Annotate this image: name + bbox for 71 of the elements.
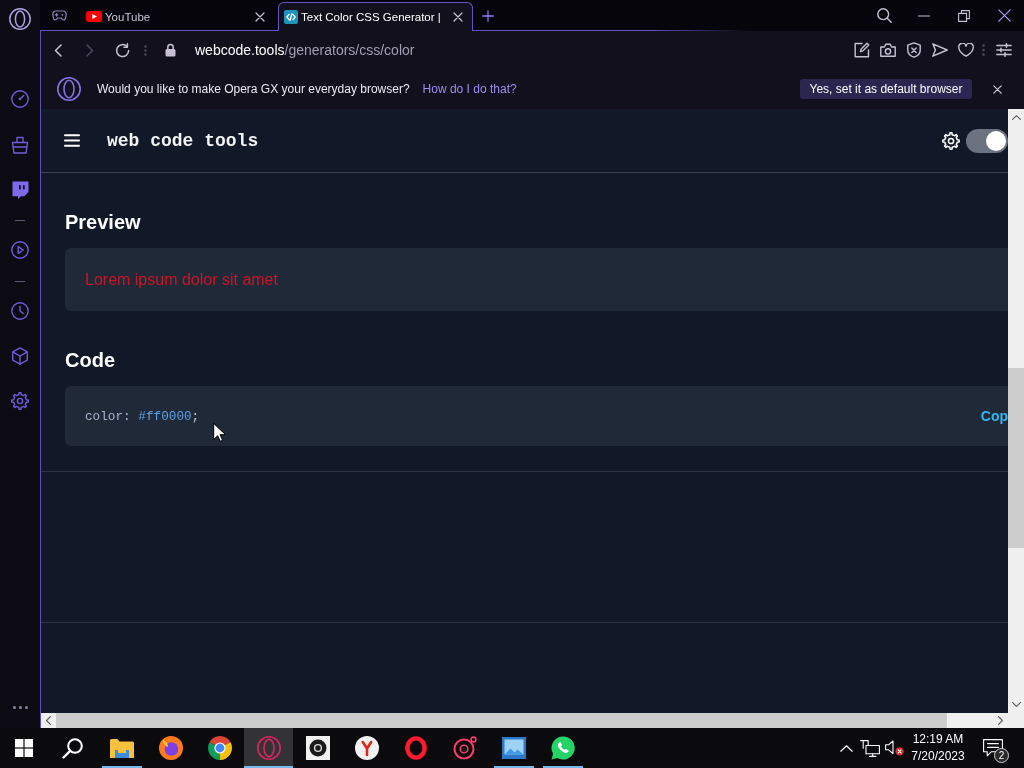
back-icon[interactable] <box>54 43 62 57</box>
folder-icon <box>109 738 134 758</box>
help-link[interactable]: How do I do that? <box>422 82 517 96</box>
heart-icon[interactable] <box>958 43 974 57</box>
close-icon[interactable] <box>992 84 1002 94</box>
search-icon[interactable] <box>876 8 892 23</box>
site-title: web code tools <box>107 130 259 151</box>
shopping-bag-icon[interactable] <box>11 136 29 154</box>
theme-toggle[interactable] <box>966 128 1008 153</box>
ring-logo-icon <box>404 736 427 760</box>
sliders-icon[interactable] <box>996 43 1012 57</box>
gamepad-icon[interactable] <box>51 10 67 21</box>
orbit-logo-icon <box>452 736 477 760</box>
scrollbar-thumb[interactable] <box>1008 368 1024 548</box>
speedometer-icon[interactable] <box>11 90 29 108</box>
preview-text: Lorem ipsum dolor sit amet <box>85 270 278 289</box>
infobar-message: Would you like to make Opera GX your everyday browser? <box>97 82 410 96</box>
cube-icon[interactable] <box>11 347 29 365</box>
video-play-icon <box>86 11 102 22</box>
phone-bubble-icon <box>550 736 575 760</box>
browser-logo-icon[interactable] <box>9 8 31 30</box>
notification-badge: 2 <box>994 748 1009 763</box>
round-browser-icon <box>207 736 232 760</box>
browser-tab[interactable]: YouTube <box>80 2 275 31</box>
menu-icon[interactable] <box>64 134 80 147</box>
picture-app-icon <box>501 736 526 760</box>
close-icon[interactable] <box>997 9 1011 22</box>
restore-icon[interactable] <box>958 9 970 22</box>
start-icon[interactable] <box>14 739 33 757</box>
edit-icon[interactable] <box>854 42 870 58</box>
play-circle-icon[interactable] <box>11 241 29 259</box>
fox-browser-icon <box>158 736 183 760</box>
plus-icon[interactable] <box>482 9 494 22</box>
close-icon[interactable] <box>453 11 463 22</box>
vertical-scrollbar[interactable] <box>1008 109 1024 713</box>
section-heading: Preview <box>65 210 141 235</box>
taskbar-button[interactable] <box>244 728 293 768</box>
send-icon[interactable] <box>932 43 948 57</box>
lock-icon[interactable] <box>164 43 176 57</box>
shield-icon[interactable] <box>907 42 921 58</box>
browser-logo-icon <box>57 77 81 101</box>
code-icon <box>284 9 298 24</box>
ring-logo-icon <box>256 736 281 760</box>
camera-icon[interactable] <box>880 43 896 57</box>
copy-button[interactable]: Cop <box>980 408 1008 424</box>
volume-muted-icon[interactable] <box>884 740 904 756</box>
chat-bubble-icon[interactable] <box>11 181 29 199</box>
drag-handle-icon <box>143 44 147 56</box>
notification-icon[interactable] <box>983 739 1003 757</box>
close-icon[interactable] <box>255 11 265 22</box>
tile-app-icon <box>305 736 330 760</box>
set-default-button[interactable]: Yes, set it as default browser <box>800 79 972 99</box>
reload-icon[interactable] <box>114 42 130 58</box>
more-icon[interactable] <box>12 705 28 709</box>
address-field[interactable]: webcode.tools/generators/css/color <box>195 42 415 58</box>
browser-tab[interactable]: Text Color CSS Generator | <box>278 2 473 31</box>
code-snippet: color: #ff0000; <box>85 408 200 424</box>
section-heading: Code <box>65 348 115 373</box>
network-icon[interactable] <box>860 739 880 757</box>
scroll-right-icon[interactable] <box>997 716 1003 725</box>
scroll-left-icon[interactable] <box>46 716 51 725</box>
fork-logo-icon <box>354 736 379 760</box>
clock-time[interactable]: 12:19 AM <box>912 731 964 748</box>
chevron-up-icon[interactable] <box>839 744 853 752</box>
scroll-up-icon[interactable] <box>1011 115 1021 120</box>
clock-date[interactable]: 7/20/2023 <box>911 748 965 765</box>
minimize-icon[interactable] <box>918 14 930 17</box>
search-icon[interactable] <box>61 737 83 759</box>
clock-icon[interactable] <box>11 302 29 320</box>
mouse-cursor-icon <box>213 423 225 442</box>
scroll-down-icon[interactable] <box>1011 702 1021 707</box>
